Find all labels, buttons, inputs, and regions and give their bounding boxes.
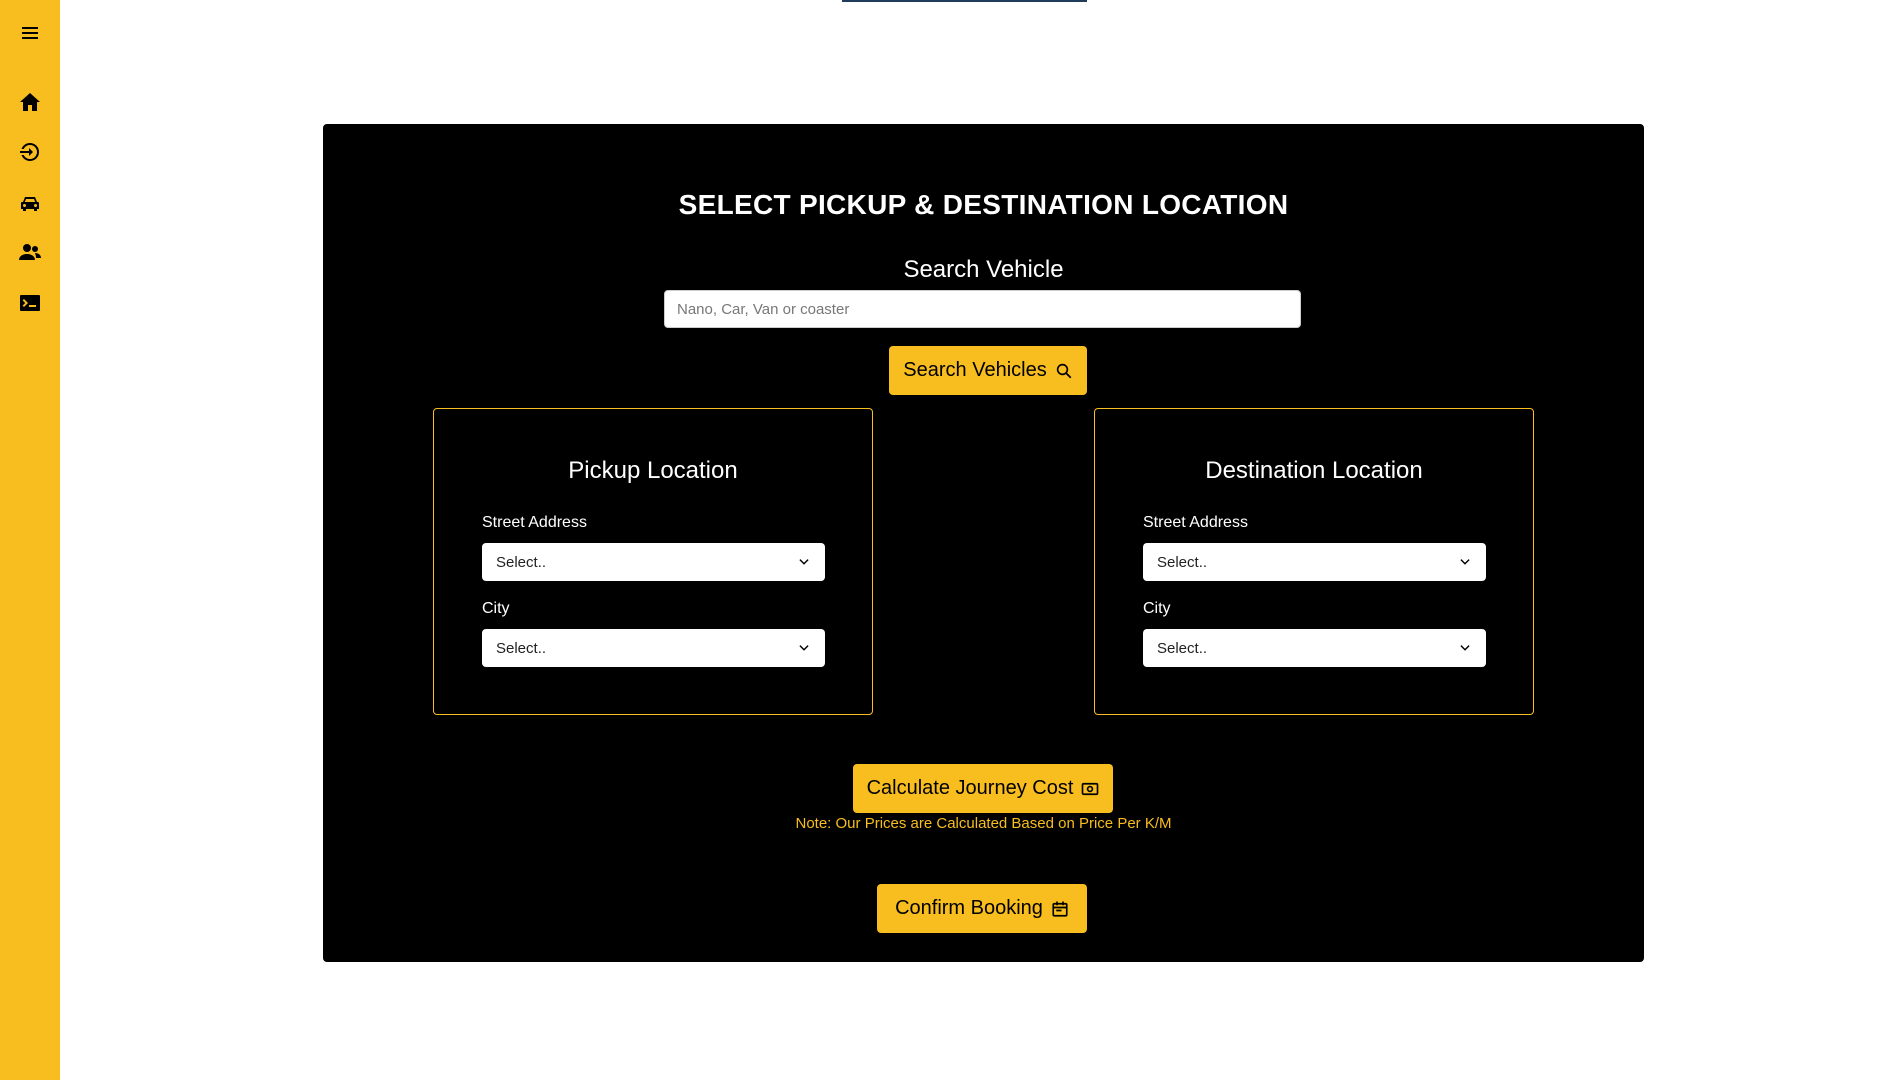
calculate-journey-cost-button[interactable]: Calculate Journey Cost bbox=[853, 764, 1113, 813]
search-icon bbox=[1056, 363, 1072, 378]
car-icon[interactable] bbox=[16, 189, 44, 217]
search-vehicles-label: Search Vehicles bbox=[903, 359, 1047, 381]
search-vehicle-input[interactable] bbox=[664, 290, 1301, 328]
destination-city-value: Select.. bbox=[1157, 639, 1208, 657]
calculate-journey-cost-label: Calculate Journey Cost bbox=[866, 777, 1074, 799]
pickup-location-title: Pickup Location bbox=[568, 457, 738, 484]
confirm-booking-label: Confirm Booking bbox=[895, 897, 1043, 919]
destination-city-select[interactable]: Select.. bbox=[1143, 629, 1486, 667]
chevron-down-icon bbox=[799, 559, 809, 565]
users-icon[interactable] bbox=[16, 238, 44, 266]
booking-panel: SELECT PICKUP & DESTINATION LOCATION Sea… bbox=[323, 124, 1644, 962]
pickup-city-select[interactable]: Select.. bbox=[482, 629, 825, 667]
confirm-booking-button[interactable]: Confirm Booking bbox=[877, 884, 1087, 933]
pickup-street-select[interactable]: Select.. bbox=[482, 543, 825, 581]
top-divider bbox=[842, 0, 1087, 2]
destination-street-label: Street Address bbox=[1143, 514, 1248, 531]
home-icon[interactable] bbox=[16, 88, 44, 116]
search-vehicle-label: Search Vehicle bbox=[903, 256, 1064, 283]
terminal-icon[interactable] bbox=[16, 289, 44, 317]
destination-location-title: Destination Location bbox=[1205, 457, 1423, 484]
pickup-city-label: City bbox=[482, 600, 510, 617]
calendar-icon bbox=[1052, 901, 1068, 917]
page-title: SELECT PICKUP & DESTINATION LOCATION bbox=[678, 189, 1289, 220]
chevron-down-icon bbox=[1460, 559, 1470, 565]
logout-icon[interactable] bbox=[16, 138, 44, 166]
sidebar bbox=[0, 0, 60, 1080]
menu-icon[interactable] bbox=[16, 19, 44, 47]
destination-location-card: Destination Location Street Address Sele… bbox=[1094, 408, 1534, 715]
cash-icon bbox=[1082, 782, 1099, 795]
pickup-street-label: Street Address bbox=[482, 514, 587, 531]
pricing-note: Note: Our Prices are Calculated Based on… bbox=[795, 815, 1172, 832]
pickup-street-value: Select.. bbox=[496, 553, 547, 571]
destination-city-label: City bbox=[1143, 600, 1171, 617]
pickup-location-card: Pickup Location Street Address Select.. … bbox=[433, 408, 873, 715]
chevron-down-icon bbox=[799, 645, 809, 651]
pickup-city-value: Select.. bbox=[496, 639, 547, 657]
search-vehicles-button[interactable]: Search Vehicles bbox=[889, 346, 1087, 395]
chevron-down-icon bbox=[1460, 645, 1470, 651]
destination-street-select[interactable]: Select.. bbox=[1143, 543, 1486, 581]
destination-street-value: Select.. bbox=[1157, 553, 1208, 571]
